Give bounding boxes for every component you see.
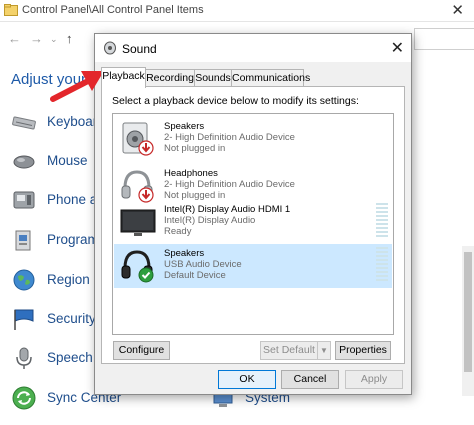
cp-item-label: Region [47,272,90,287]
device-name: Headphones [164,168,218,179]
control-panel-icon [4,4,18,16]
device-description: USB Audio Device [164,259,242,270]
dialog-titlebar: Sound ✕ [95,34,411,62]
device-status: Not plugged in [164,143,226,154]
device-name: Speakers [164,121,205,132]
microphone-icon [16,347,32,369]
cp-item-programs[interactable]: Program [12,226,102,254]
back-arrow-icon[interactable]: ← [8,31,21,46]
dialog-tabs: Playback Recording Sounds Communications [101,67,401,88]
cp-item-keyboard[interactable]: Keyboard [12,108,105,136]
region-globe-icon [13,269,35,291]
level-meter [376,247,388,285]
device-description: Intel(R) Display Audio [164,215,256,226]
cp-item-label: Security [47,311,96,326]
device-row-hdmi[interactable]: Intel(R) Display Audio HDMI 1 Intel(R) D… [114,200,392,244]
set-default-button[interactable]: Set Default [260,341,318,360]
set-default-dropdown-arrow[interactable]: ▼ [317,341,331,360]
device-list[interactable]: Speakers 2- High Definition Audio Device… [112,113,394,335]
tab-communications[interactable]: Communications [231,69,310,86]
level-meter [376,203,388,241]
speaker-icon [104,41,116,55]
device-row-usb-speakers[interactable]: Speakers USB Audio Device Default Device [114,244,392,288]
cp-item-region[interactable]: Region [12,266,102,294]
tab-sounds[interactable]: Sounds [194,69,232,86]
sound-dialog: Sound ✕ Playback Recording Sounds Commun… [94,33,412,395]
cp-item-phone[interactable]: Phone ar [12,186,102,214]
cp-item-mouse[interactable]: Mouse [12,147,102,175]
headphones-default-icon [121,250,154,283]
red-pointer-arrow-icon [50,71,104,102]
configure-button[interactable]: Configure [113,341,170,360]
cp-item-speech[interactable]: Speech R [12,344,106,372]
ok-button[interactable]: OK [218,370,276,389]
control-panel-title: Control Panel\All Control Panel Items [22,4,204,16]
phone-icon [13,191,35,209]
mouse-icon [13,155,35,169]
device-description: 2- High Definition Audio Device [164,179,295,190]
control-panel-scrollbar[interactable] [462,246,474,396]
scrollbar-thumb[interactable] [464,252,472,372]
cancel-button[interactable]: Cancel [281,370,339,389]
recent-chevron-icon[interactable]: ⌄ [50,34,58,45]
dialog-title: Sound [122,42,157,56]
forward-arrow-icon[interactable]: → [30,31,43,46]
speaker-unplugged-icon [122,122,154,156]
device-name: Speakers [164,248,205,259]
playback-panel: Select a playback device below to modify… [101,86,405,364]
dialog-close-button[interactable]: ✕ [391,38,404,58]
device-status: Ready [164,226,192,237]
up-arrow-icon[interactable]: ↑ [66,31,73,46]
instruction-text: Select a playback device below to modify… [112,95,359,107]
programs-icon [15,230,31,251]
sync-icon [12,386,36,410]
control-panel-titlebar: Control Panel\All Control Panel Items ✕ [0,0,474,22]
tab-playback[interactable]: Playback [101,67,146,88]
device-status: Default Device [164,270,226,281]
security-flag-icon [14,309,34,330]
apply-button[interactable]: Apply [345,370,403,389]
search-box[interactable] [414,28,474,50]
device-row-speakers-hd[interactable]: Speakers 2- High Definition Audio Device… [114,117,392,161]
cp-item-label: Program [47,232,99,247]
device-description: 2- High Definition Audio Device [164,132,295,143]
device-name: Intel(R) Display Audio HDMI 1 [164,204,291,215]
monitor-icon [120,209,156,236]
tab-recording[interactable]: Recording [145,69,195,86]
keyboard-icon [12,116,36,130]
headphones-unplugged-icon [121,170,154,203]
cp-item-security[interactable]: Security [12,305,102,333]
cp-item-label: Mouse [47,153,88,168]
control-panel-close-button[interactable]: ✕ [451,1,464,19]
properties-button[interactable]: Properties [335,341,391,360]
